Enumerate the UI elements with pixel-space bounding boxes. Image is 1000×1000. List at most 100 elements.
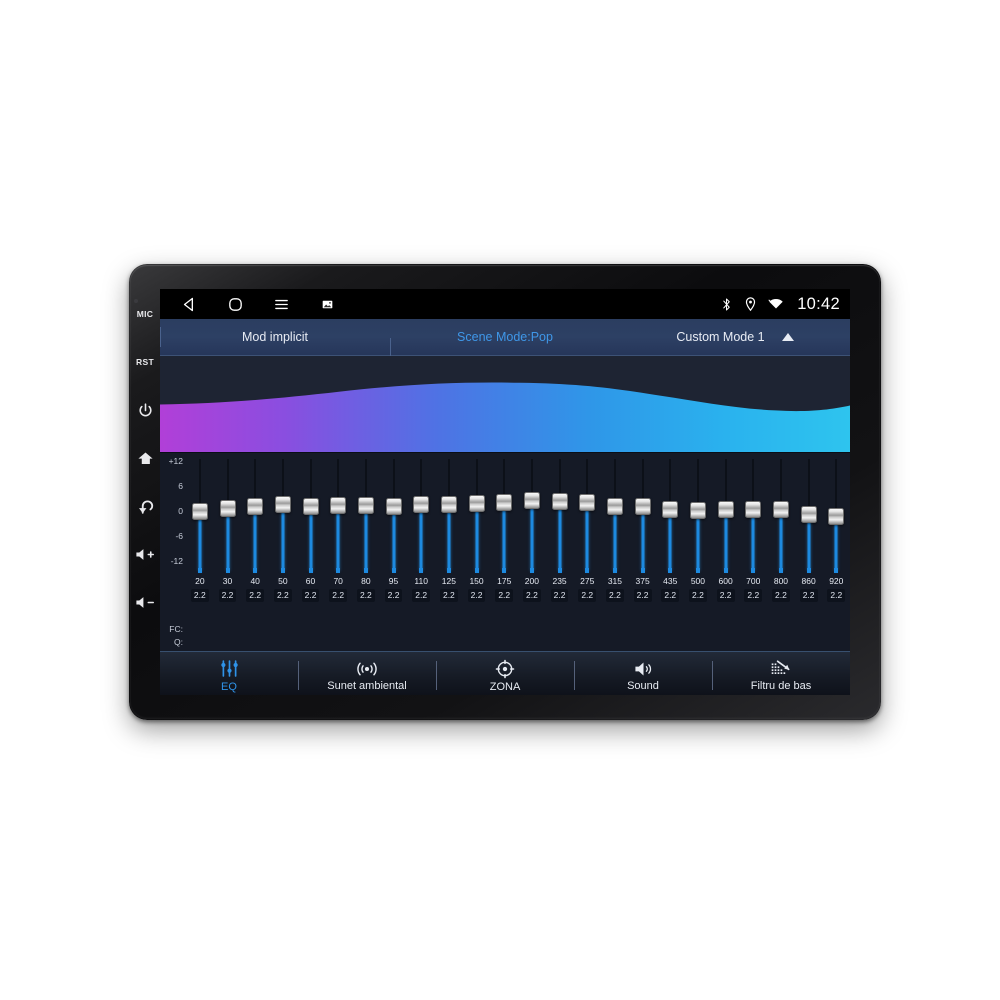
eq-slider[interactable] xyxy=(241,453,269,573)
eq-slider[interactable] xyxy=(269,453,297,573)
nav-screenshot-button[interactable] xyxy=(304,299,350,310)
slider-knob[interactable] xyxy=(247,498,264,515)
band-q-value[interactable]: 2.2 xyxy=(273,589,292,602)
band-q-value[interactable]: 2.2 xyxy=(689,589,707,602)
slider-knob[interactable] xyxy=(800,505,817,523)
eq-band: 315 2.2 xyxy=(601,453,629,651)
hw-mic-button[interactable]: MIC xyxy=(129,290,161,338)
slider-knob[interactable] xyxy=(357,497,374,515)
band-q-value[interactable]: 2.2 xyxy=(190,589,209,602)
eq-slider[interactable] xyxy=(712,453,740,573)
hw-volume-up-button[interactable] xyxy=(129,530,161,578)
eq-slider[interactable] xyxy=(435,453,463,573)
hw-home-button[interactable] xyxy=(129,434,161,482)
slider-knob[interactable] xyxy=(330,496,347,514)
eq-slider[interactable] xyxy=(490,453,518,573)
slider-knob[interactable] xyxy=(440,495,457,513)
nav-back-button[interactable] xyxy=(166,296,212,313)
hw-volume-down-button[interactable] xyxy=(129,578,161,626)
slider-knob[interactable] xyxy=(385,497,402,515)
eq-slider[interactable] xyxy=(352,453,380,573)
slider-knob[interactable] xyxy=(828,508,845,525)
slider-knob[interactable] xyxy=(606,497,623,515)
default-mode-label: Mod implicit xyxy=(242,330,308,344)
eq-slider[interactable] xyxy=(297,453,325,573)
slider-knob[interactable] xyxy=(662,500,679,518)
eq-slider[interactable] xyxy=(463,453,491,573)
tab-sunet-ambiental[interactable]: Sunet ambiental xyxy=(298,652,436,695)
band-q-value[interactable]: 2.2 xyxy=(329,589,348,602)
default-mode-button[interactable]: Mod implicit xyxy=(160,330,390,344)
hw-reset-button[interactable]: RST xyxy=(129,338,161,386)
nav-home-button[interactable] xyxy=(212,296,258,313)
tab-zona[interactable]: ZONA xyxy=(436,652,574,695)
band-q-value[interactable]: 2.2 xyxy=(578,589,597,602)
slider-knob[interactable] xyxy=(689,501,706,519)
band-q-value[interactable]: 2.2 xyxy=(495,589,514,602)
caret-up-icon[interactable] xyxy=(781,333,794,341)
band-q-value[interactable]: 2.2 xyxy=(218,589,237,602)
eq-slider[interactable] xyxy=(601,453,629,573)
eq-slider[interactable] xyxy=(767,453,795,573)
slider-knob[interactable] xyxy=(468,494,485,512)
eq-slider[interactable] xyxy=(324,453,352,573)
slider-knob[interactable] xyxy=(717,501,734,519)
band-q-value[interactable]: 2.2 xyxy=(356,589,375,602)
band-q-value[interactable]: 2.2 xyxy=(467,589,486,602)
slider-track-lower xyxy=(364,511,368,571)
nav-menu-button[interactable] xyxy=(258,296,304,313)
eq-slider[interactable] xyxy=(214,453,242,573)
eq-slider[interactable] xyxy=(739,453,767,573)
eq-slider[interactable] xyxy=(380,453,408,573)
slider-knob[interactable] xyxy=(579,494,596,512)
band-tick xyxy=(502,568,507,573)
slider-knob[interactable] xyxy=(413,496,430,514)
band-q-value[interactable]: 2.2 xyxy=(606,589,624,602)
band-frequency-label: 435 xyxy=(663,576,678,586)
slider-knob[interactable] xyxy=(551,493,568,510)
eq-slider[interactable] xyxy=(684,453,712,573)
band-q-value[interactable]: 2.2 xyxy=(384,589,403,602)
slider-knob[interactable] xyxy=(745,500,762,518)
slider-knob[interactable] xyxy=(191,503,208,520)
eq-slider[interactable] xyxy=(518,453,546,573)
band-q-value[interactable]: 2.2 xyxy=(301,589,320,602)
band-q-value[interactable]: 2.2 xyxy=(827,589,846,602)
slider-knob[interactable] xyxy=(219,500,236,518)
band-q-value[interactable]: 2.2 xyxy=(439,589,458,602)
eq-slider[interactable] xyxy=(629,453,657,573)
eq-slider[interactable] xyxy=(546,453,574,573)
slider-knob[interactable] xyxy=(634,498,651,515)
custom-mode-button[interactable]: Custom Mode 1 xyxy=(160,327,850,347)
tab-filtru-de-bas[interactable]: Filtru de bas xyxy=(712,652,850,695)
band-q-value[interactable]: 2.2 xyxy=(246,589,265,602)
band-q-value[interactable]: 2.2 xyxy=(522,589,541,602)
band-q-value[interactable]: 2.2 xyxy=(633,589,652,602)
band-q-value[interactable]: 2.2 xyxy=(550,589,569,602)
slider-knob[interactable] xyxy=(772,500,789,518)
status-bar: 10:42 xyxy=(160,289,850,319)
eq-slider[interactable] xyxy=(656,453,684,573)
band-q-value[interactable]: 2.2 xyxy=(716,589,735,602)
band-q-value[interactable]: 2.2 xyxy=(772,589,790,602)
slider-knob[interactable] xyxy=(274,496,291,514)
eq-slider[interactable] xyxy=(573,453,601,573)
eq-band: 70 2.2 xyxy=(324,453,352,651)
tab-sound[interactable]: Sound xyxy=(574,652,712,695)
slider-knob[interactable] xyxy=(302,497,319,515)
band-q-value[interactable]: 2.2 xyxy=(799,589,818,602)
slider-knob[interactable] xyxy=(496,494,513,512)
band-q-value[interactable]: 2.2 xyxy=(744,589,763,602)
slider-knob[interactable] xyxy=(523,492,540,510)
scene-mode-button[interactable]: Scene Mode:Pop xyxy=(390,330,620,358)
tab-eq[interactable]: EQ xyxy=(160,652,298,695)
eq-slider[interactable] xyxy=(407,453,435,573)
band-q-value[interactable]: 2.2 xyxy=(661,589,680,602)
hw-power-button[interactable] xyxy=(129,386,161,434)
eq-slider[interactable] xyxy=(822,453,850,573)
eq-slider[interactable] xyxy=(795,453,823,573)
band-frequency-label: 800 xyxy=(773,576,789,586)
hw-back-button[interactable] xyxy=(129,482,161,530)
band-q-value[interactable]: 2.2 xyxy=(412,589,431,602)
eq-slider[interactable] xyxy=(186,453,214,573)
